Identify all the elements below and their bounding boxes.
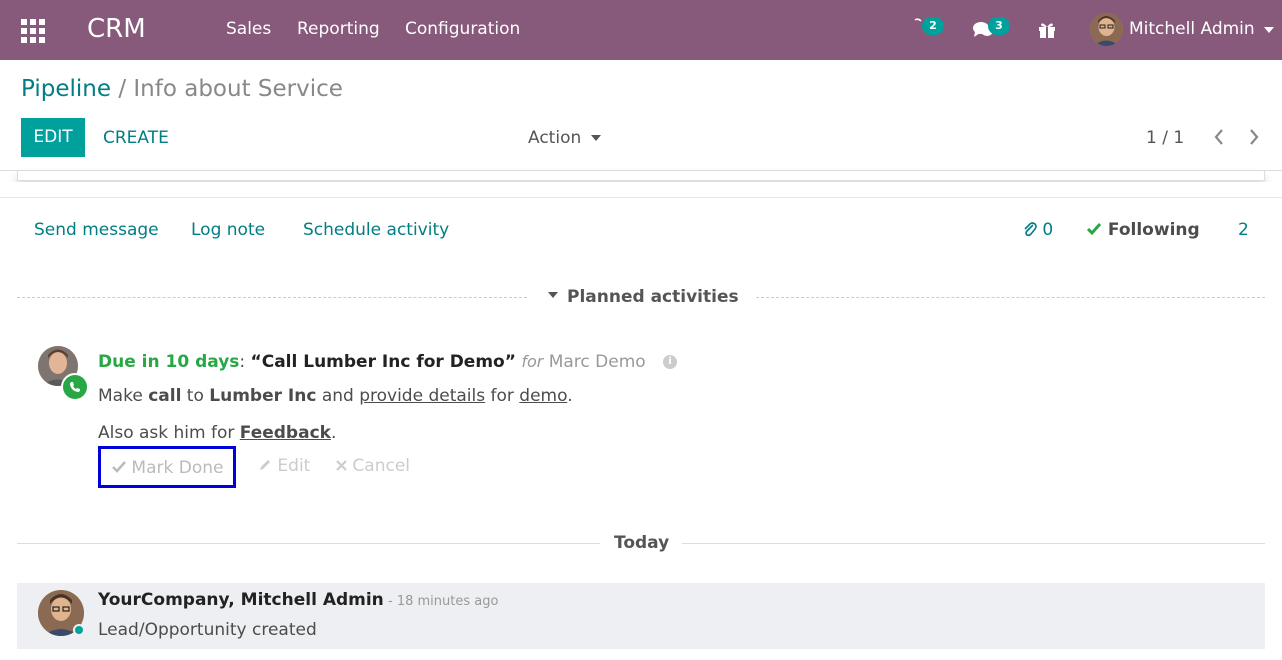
menu-reporting[interactable]: Reporting xyxy=(297,19,380,39)
activity-due: Due in 10 days xyxy=(98,352,240,372)
breadcrumb-current: Info about Service xyxy=(133,76,343,102)
message-author[interactable]: YourCompany, Mitchell Admin xyxy=(98,590,384,610)
gift-icon[interactable] xyxy=(1038,14,1058,44)
clock-icon xyxy=(914,18,922,22)
caret-down-icon xyxy=(548,292,558,298)
activity-menu[interactable]: 2 xyxy=(912,14,946,44)
following-button[interactable]: Following xyxy=(1086,220,1200,240)
menu-sales[interactable]: Sales xyxy=(226,19,271,39)
form-sheet-bottom xyxy=(17,171,1265,181)
messages-count-badge: 3 xyxy=(988,17,1010,35)
phone-icon xyxy=(61,373,89,401)
info-icon[interactable]: i xyxy=(663,355,677,369)
check-icon xyxy=(1086,223,1102,236)
apps-menu-icon[interactable] xyxy=(21,19,45,43)
log-note-button[interactable]: Log note xyxy=(191,220,265,240)
activity-note-line-2: Also ask him for Feedback. xyxy=(98,423,337,443)
create-button[interactable]: CREATE xyxy=(103,128,169,148)
activity-for-label: for xyxy=(521,352,544,371)
chevron-left-icon[interactable] xyxy=(1212,127,1226,147)
breadcrumb-pipeline[interactable]: Pipeline xyxy=(21,76,111,102)
attachments-button[interactable]: 0 xyxy=(1023,220,1053,240)
user-name[interactable]: Mitchell Admin xyxy=(1129,19,1255,39)
schedule-activity-button[interactable]: Schedule activity xyxy=(303,220,449,240)
divider xyxy=(756,297,1265,298)
sheet-chatter-separator xyxy=(0,182,1282,198)
user-avatar[interactable] xyxy=(1090,13,1123,46)
breadcrumb-separator: / xyxy=(118,76,127,102)
activity-edit-button[interactable]: Edit xyxy=(258,456,310,476)
chevron-down-icon[interactable] xyxy=(1264,27,1274,33)
paperclip-icon xyxy=(1024,222,1037,237)
check-icon xyxy=(112,461,126,473)
divider xyxy=(17,297,527,298)
mark-done-button[interactable]: Mark Done xyxy=(98,446,236,488)
activity-cancel-button[interactable]: Cancel xyxy=(336,456,410,476)
date-separator-today: Today xyxy=(614,533,670,553)
following-label: Following xyxy=(1107,220,1200,240)
activity-assigned-user: Marc Demo xyxy=(548,352,646,372)
activity-note-line-1: Make call to Lumber Inc and provide deta… xyxy=(98,386,573,406)
attachments-count: 0 xyxy=(1042,220,1054,240)
planned-activities-title: Planned activities xyxy=(567,287,739,307)
divider xyxy=(682,543,1265,544)
menu-configuration[interactable]: Configuration xyxy=(405,19,520,39)
top-navbar: CRM Sales Reporting Configuration 2 3 Mi… xyxy=(0,0,1282,60)
chevron-down-icon[interactable] xyxy=(591,135,601,141)
activity-header: Due in 10 days: “Call Lumber Inc for Dem… xyxy=(98,352,646,372)
chevron-right-icon[interactable] xyxy=(1247,127,1261,147)
planned-activities-toggle[interactable]: Planned activities xyxy=(548,287,739,307)
online-status-icon xyxy=(73,624,85,636)
message-date: - 18 minutes ago xyxy=(388,594,499,609)
breadcrumb: Pipeline / Info about Service xyxy=(21,76,343,102)
message-body: Lead/Opportunity created xyxy=(98,620,317,640)
activity-summary: “Call Lumber Inc for Demo” xyxy=(250,352,516,372)
action-dropdown[interactable]: Action xyxy=(528,128,581,148)
pencil-icon xyxy=(260,460,270,470)
close-icon xyxy=(336,460,347,471)
app-brand[interactable]: CRM xyxy=(87,14,146,44)
followers-count[interactable]: 2 xyxy=(1238,220,1249,240)
divider xyxy=(17,543,600,544)
messaging-menu[interactable]: 3 xyxy=(970,14,1014,44)
pager-value[interactable]: 1 / 1 xyxy=(1146,128,1184,148)
send-message-button[interactable]: Send message xyxy=(34,220,159,240)
activity-count-badge: 2 xyxy=(922,17,944,35)
edit-button[interactable]: EDIT xyxy=(21,118,85,157)
